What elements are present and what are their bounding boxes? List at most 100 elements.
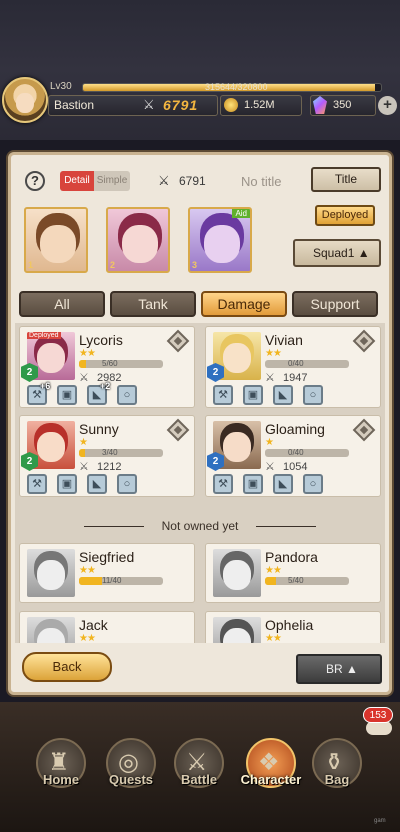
gold-amount: 1.52M: [244, 99, 275, 111]
player-name: Bastion: [54, 98, 95, 112]
star-rating: ★: [79, 437, 88, 448]
back-button[interactable]: Back: [22, 652, 112, 682]
star-rating: ★: [265, 437, 274, 448]
help-button[interactable]: ?: [25, 171, 45, 191]
shard-progress-bar: [265, 577, 349, 585]
character-power: 1212: [97, 461, 122, 473]
weapon-slot-icon[interactable]: ⚒: [27, 474, 47, 494]
character-portrait: [27, 617, 75, 643]
role-tabs: All Tank Damage Support: [19, 291, 381, 317]
slot-number: 2: [110, 260, 116, 270]
nav-home[interactable]: ♜ Home: [28, 738, 94, 798]
add-currency-button[interactable]: +: [378, 96, 397, 115]
star-rating: ★★: [79, 565, 96, 576]
xp-text: 315644/320800: [205, 82, 268, 92]
element-diamond-icon: [166, 418, 190, 442]
crossed-swords-icon: ⚔: [143, 97, 155, 112]
armor-slot-icon[interactable]: ▣: [57, 474, 77, 494]
sort-br-button[interactable]: BR ▲: [296, 654, 382, 684]
shard-progress-text: 5/60: [102, 359, 118, 368]
tab-all[interactable]: All: [19, 291, 105, 317]
crossed-swords-icon: ⚔: [265, 461, 275, 473]
character-name: Siegfried: [79, 549, 135, 565]
character-card[interactable]: Ophelia ★★: [205, 611, 381, 643]
shard-progress-text: 0/40: [288, 359, 304, 368]
star-rating: ★★: [265, 565, 282, 576]
character-card[interactable]: Deployed 2 Lycoris ★★ 5/60 ⚔ 2982 ⚒ ▣ ◣ …: [19, 326, 195, 408]
nav-quests[interactable]: ◎ Quests: [98, 738, 164, 798]
boots-slot-icon[interactable]: ◣: [273, 474, 293, 494]
shard-progress-bar: [265, 449, 349, 457]
character-name: Lycoris: [79, 332, 123, 348]
nav-battle[interactable]: ⚔ Battle: [166, 738, 232, 798]
shard-progress-bar: [79, 360, 163, 368]
character-card[interactable]: 2 Sunny ★ 3/40 ⚔ 1212 ⚒ ▣ ◣ ○: [19, 415, 195, 497]
star-rating: ★★: [79, 348, 96, 359]
tab-damage[interactable]: Damage: [201, 291, 287, 317]
character-card[interactable]: 2 Gloaming ★ 0/40 ⚔ 1054 ⚒ ▣ ◣ ○: [205, 415, 381, 497]
character-name: Sunny: [79, 421, 119, 437]
character-name: Vivian: [265, 332, 303, 348]
tab-support[interactable]: Support: [292, 291, 378, 317]
crossed-swords-icon: ⚔: [158, 173, 170, 188]
player-avatar[interactable]: [2, 77, 48, 123]
character-portrait: [213, 617, 261, 643]
squad-selector[interactable]: Squad1 ▲: [293, 239, 381, 267]
weapon-slot-icon[interactable]: ⚒: [213, 385, 233, 405]
character-list[interactable]: Deployed 2 Lycoris ★★ 5/60 ⚔ 2982 ⚒ ▣ ◣ …: [15, 323, 385, 643]
nav-bag[interactable]: ⚱ Bag: [304, 738, 370, 798]
ring-slot-icon[interactable]: ○: [117, 474, 137, 494]
character-name: Gloaming: [265, 421, 325, 437]
not-owned-label: Not owned yet: [161, 519, 239, 533]
shard-progress-text: 5/40: [288, 576, 304, 585]
character-portrait: [27, 549, 75, 597]
character-panel: ? Detail Simple ⚔ 6791 No title Title 1 …: [8, 152, 392, 695]
deployed-button[interactable]: Deployed: [315, 205, 375, 226]
element-diamond-icon: [352, 418, 376, 442]
character-name: Ophelia: [265, 617, 314, 633]
chat-count-badge[interactable]: 153: [363, 707, 393, 723]
ring-slot-icon[interactable]: ○: [117, 385, 137, 405]
shard-progress-bar: [79, 449, 163, 457]
weapon-slot-icon[interactable]: ⚒: [213, 474, 233, 494]
title-text: No title: [241, 174, 282, 189]
shard-progress-text: 0/40: [288, 448, 304, 457]
squad-slot[interactable]: 2: [106, 207, 170, 273]
not-owned-divider: Not owned yet: [15, 519, 385, 533]
player-level: Lv30: [50, 81, 72, 92]
boots-slot-icon[interactable]: ◣: [273, 385, 293, 405]
squad-slot[interactable]: 1: [24, 207, 88, 273]
star-rating: ★★: [265, 633, 282, 643]
squad-slot[interactable]: Aid 3: [188, 207, 252, 273]
armor-slot-icon[interactable]: ▣: [57, 385, 77, 405]
character-portrait: [213, 549, 261, 597]
ring-slot-icon[interactable]: ○: [303, 385, 323, 405]
element-diamond-icon: [166, 329, 190, 353]
armor-slot-icon[interactable]: ▣: [243, 474, 263, 494]
title-button[interactable]: Title: [311, 167, 381, 192]
view-toggle[interactable]: Detail Simple: [60, 171, 130, 191]
character-card[interactable]: Jack ★★: [19, 611, 195, 643]
slot-number: 1: [28, 260, 34, 270]
star-rating: ★★: [265, 348, 282, 359]
team-power: 6791: [179, 174, 206, 188]
character-card[interactable]: 2 Vivian ★★ 0/40 ⚔ 1947 ⚒ ▣ ◣ ○: [205, 326, 381, 408]
boots-slot-icon[interactable]: ◣: [87, 474, 107, 494]
character-card[interactable]: Pandora ★★ 5/40: [205, 543, 381, 603]
armor-slot-icon[interactable]: ▣: [243, 385, 263, 405]
ring-slot-icon[interactable]: ○: [303, 474, 323, 494]
character-name: Jack: [79, 617, 108, 633]
aid-tag: Aid: [232, 209, 250, 218]
watermark: gam: [374, 818, 386, 824]
deployed-tag: Deployed: [27, 332, 61, 339]
character-power: 1054: [283, 461, 308, 473]
character-name: Pandora: [265, 549, 318, 565]
toggle-simple[interactable]: Simple: [94, 171, 130, 191]
toggle-detail[interactable]: Detail: [60, 171, 94, 191]
player-bar: Lv30 315644/320800 Bastion ⚔ 6791 1.52M …: [0, 75, 400, 135]
nav-character[interactable]: ❖ Character: [238, 738, 304, 798]
character-card[interactable]: Siegfried ★★ 11/40: [19, 543, 195, 603]
tab-tank[interactable]: Tank: [110, 291, 196, 317]
upgrade-level: +6: [40, 381, 51, 391]
bottom-nav: ♜ Home ◎ Quests ⚔ Battle ❖ Character ⚱ B…: [0, 702, 400, 832]
